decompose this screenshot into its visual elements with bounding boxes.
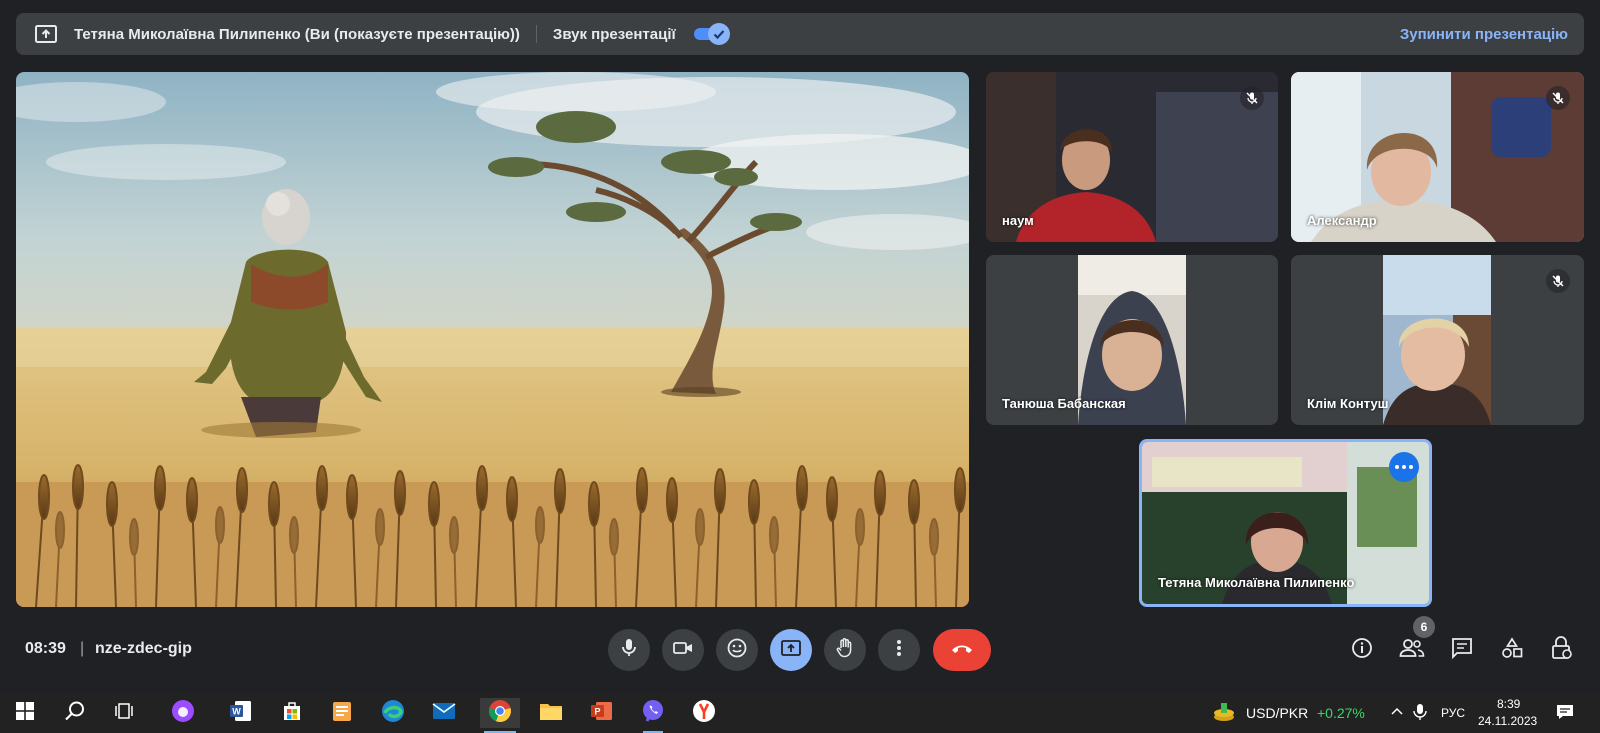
presenting-bar: Тетяна Миколаївна Пилипенко (Ви (показує… [16,13,1584,55]
present-icon [781,639,801,661]
word-app-button[interactable]: W [221,698,261,728]
taskbar-date[interactable]: 24.11.2023 [1478,714,1537,728]
notes-icon [331,699,353,728]
yandex-icon [692,699,716,728]
input-language[interactable]: РУС [1441,706,1465,720]
task-view-button[interactable] [104,698,144,728]
activities-icon [1501,636,1523,664]
participant-tile[interactable]: Александр [1291,72,1584,242]
stop-presenting-button[interactable]: Зупинити презентацію [1400,26,1568,43]
windows-logo-icon [16,701,34,725]
currency-pair[interactable]: USD/PKR [1246,705,1308,721]
people-button[interactable] [1398,636,1426,664]
viber-app-button[interactable] [633,698,673,733]
more-vert-icon [896,639,902,662]
file-explorer-button[interactable] [531,698,571,728]
leave-call-button[interactable] [933,629,991,671]
search-button[interactable] [55,698,95,728]
presentation-slide [16,72,969,607]
currency-widget-icon[interactable] [1212,701,1236,728]
alice-assistant-button[interactable] [163,698,203,728]
present-button[interactable] [770,629,812,671]
task-view-icon [114,702,134,725]
word-icon: W [229,699,253,728]
slide-painting-image [16,72,969,607]
divider [535,25,537,43]
host-controls-icon [1551,635,1573,665]
participant-video [1383,255,1491,425]
chevron-up-icon[interactable] [1390,705,1404,724]
raise-hand-icon [836,637,854,663]
powerpoint-app-button[interactable]: P [582,698,622,728]
currency-change: +0.27% [1317,705,1365,721]
volume-icon[interactable] [1412,703,1428,726]
taskbar-time[interactable]: 8:39 [1497,697,1520,711]
mic-off-icon [1546,269,1570,293]
participant-name: наум [1002,213,1034,228]
presenting-status-text: Тетяна Миколаївна Пилипенко (Ви (показує… [74,25,520,43]
store-app-button[interactable] [272,698,312,728]
presentation-audio-toggle[interactable] [692,23,730,45]
camera-button[interactable] [662,629,704,671]
emoji-icon [727,638,747,663]
svg-text:P: P [594,706,600,716]
more-options-button[interactable] [1389,452,1419,482]
windows-taskbar: W P USD/PKR +0.27% РУС 8:39 24.11.2023 [0,693,1600,733]
meeting-clock: 08:39 [25,640,66,657]
start-button[interactable] [5,698,45,728]
participant-name: Александр [1307,213,1377,228]
chat-button[interactable] [1448,636,1476,664]
meeting-code: nze-zdec-gip [95,640,192,657]
chrome-browser-button[interactable] [480,698,520,733]
svg-text:W: W [232,706,241,716]
presentation-audio-label: Звук презентації [552,25,676,43]
store-icon [280,699,304,728]
edge-icon [381,699,405,728]
info-icon [1351,637,1373,664]
search-icon [64,700,86,727]
participant-tile[interactable]: Танюша Бабанская [986,255,1278,425]
participant-count-badge: 6 [1413,616,1435,638]
chat-icon [1451,637,1473,664]
participant-tile[interactable]: наум [986,72,1278,242]
reactions-button[interactable] [716,629,758,671]
yandex-browser-button[interactable] [684,698,724,728]
alice-icon [171,699,195,728]
end-call-icon [950,641,974,659]
participant-name: Клім Контуш [1307,396,1389,411]
mail-app-button[interactable] [424,698,464,728]
mail-icon [432,702,456,725]
mic-off-icon [1546,86,1570,110]
participant-name: Танюша Бабанская [1002,396,1126,411]
notification-icon[interactable] [1556,703,1574,726]
camera-icon [673,641,693,660]
powerpoint-icon: P [590,699,614,728]
present-to-all-icon [34,22,58,46]
folder-icon [539,701,563,726]
activities-button[interactable] [1498,636,1526,664]
mic-icon [620,638,638,663]
people-icon [1399,638,1425,663]
edge-browser-button[interactable] [373,698,413,728]
viber-icon [641,699,665,728]
chrome-icon [488,699,512,728]
raise-hand-button[interactable] [824,629,866,671]
host-controls-button[interactable] [1548,635,1576,665]
notes-app-button[interactable] [322,698,362,728]
divider: | [80,640,85,657]
meeting-details-button[interactable] [1348,636,1376,664]
more-options-button[interactable] [878,629,920,671]
mic-off-icon [1240,86,1264,110]
participant-name: Тетяна Миколаївна Пилипенко [1158,575,1355,590]
check-icon [707,23,730,45]
participant-tile[interactable]: Клім Контуш [1291,255,1584,425]
microphone-button[interactable] [608,629,650,671]
self-participant-tile[interactable]: Тетяна Миколаївна Пилипенко [1139,439,1432,607]
